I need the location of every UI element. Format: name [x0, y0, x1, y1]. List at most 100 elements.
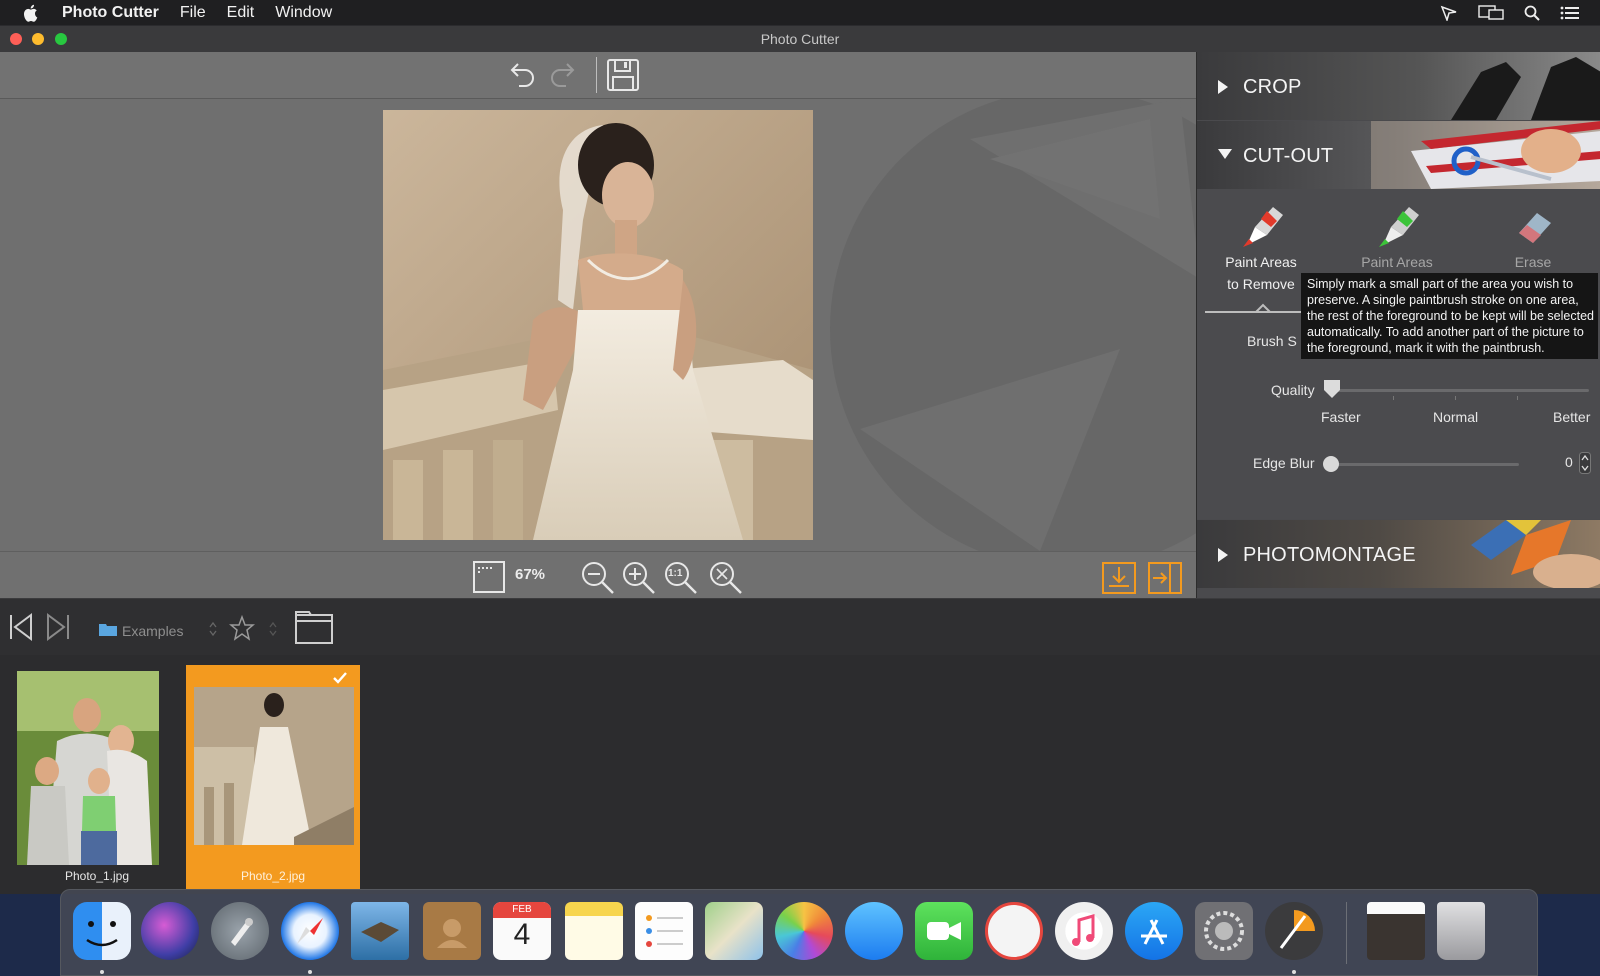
save-icon[interactable]: [606, 58, 640, 92]
edge-blur-label: Edge Blur: [1253, 455, 1315, 471]
star-rating-icon[interactable]: [229, 615, 255, 641]
finder-running-indicator: [100, 970, 104, 974]
downloads-stack-icon[interactable]: [1367, 902, 1425, 960]
photo-cutter-icon[interactable]: [1265, 902, 1323, 960]
maps-icon[interactable]: [705, 902, 763, 960]
quality-normal-label: Normal: [1433, 409, 1479, 425]
green-marker-icon: [1379, 207, 1419, 247]
quality-slider-track[interactable]: [1331, 389, 1589, 392]
photomontage-section-header[interactable]: PHOTOMONTAGE: [1197, 520, 1600, 588]
photomontage-header-image: [1471, 520, 1600, 588]
zoom-fit-icon[interactable]: [708, 560, 744, 596]
contacts-icon[interactable]: [423, 902, 481, 960]
crop-section-header[interactable]: CROP: [1197, 52, 1600, 120]
family-photo: [17, 671, 159, 865]
trash-icon[interactable]: [1437, 902, 1485, 960]
undo-icon[interactable]: [505, 58, 537, 90]
reminders-icon[interactable]: [635, 902, 693, 960]
erase-tool[interactable]: Erase: [1473, 201, 1593, 270]
rating-chevron-icon[interactable]: [268, 621, 278, 637]
notes-icon[interactable]: [565, 902, 623, 960]
collapse-arrow-icon: [1218, 149, 1232, 159]
calendar-icon[interactable]: FEB 4: [493, 902, 551, 960]
cutout-label: CUT-OUT: [1243, 145, 1334, 167]
edge-blur-stepper-icon[interactable]: [1579, 452, 1591, 474]
tools-panel: CROP CUT-OUT Paint Areas to Remove Paint…: [1196, 52, 1600, 598]
quality-faster-label: Faster: [1321, 409, 1361, 425]
zoom-in-icon[interactable]: [621, 560, 657, 596]
folder-name[interactable]: Examples: [122, 623, 183, 639]
music-icon[interactable]: [1055, 902, 1113, 960]
window-title: Photo Cutter: [760, 31, 840, 47]
launchpad-icon[interactable]: [211, 902, 269, 960]
paint-keep-tool[interactable]: Paint Areas: [1337, 201, 1457, 270]
paint-keep-label: Paint Areas: [1361, 254, 1433, 270]
mail-icon[interactable]: [351, 902, 409, 960]
facetime-icon[interactable]: [915, 902, 973, 960]
dock: FEB 4: [60, 889, 1538, 976]
app-store-icon[interactable]: [1125, 902, 1183, 960]
menu-extras: [1440, 0, 1600, 25]
messages-icon[interactable]: [845, 902, 903, 960]
open-folder-icon[interactable]: [295, 611, 333, 645]
fit-to-window-icon[interactable]: [472, 560, 506, 594]
window-menu[interactable]: Window: [275, 4, 332, 22]
finder-icon[interactable]: [73, 902, 131, 960]
app-menu[interactable]: Photo Cutter: [62, 4, 159, 22]
display-mirroring-icon[interactable]: [1478, 4, 1504, 21]
app-window: Photo Cutter 67% 1:1 CROP CUT-OUT Paint …: [0, 26, 1600, 894]
export-download-icon[interactable]: [1102, 562, 1136, 594]
thumbnail-photo-1[interactable]: Photo_1.jpg: [12, 665, 182, 889]
selected-checkmark-icon: [333, 672, 347, 684]
system-preferences-icon[interactable]: [1195, 902, 1253, 960]
last-image-icon[interactable]: [46, 613, 70, 641]
bride-photo: [383, 110, 813, 540]
location-arrow-icon[interactable]: [1440, 5, 1458, 21]
edit-menu[interactable]: Edit: [227, 4, 255, 22]
zoom-out-icon[interactable]: [580, 560, 616, 596]
expand-arrow-icon: [1218, 548, 1228, 562]
first-image-icon[interactable]: [9, 613, 33, 641]
edge-blur-value[interactable]: 0: [1565, 454, 1573, 470]
brush-size-label: Brush S: [1247, 333, 1297, 349]
toolbar-divider: [596, 57, 597, 93]
redo-icon[interactable]: [548, 58, 580, 90]
send-to-next-icon[interactable]: [1148, 562, 1182, 594]
watermark-logo-icon: [830, 99, 1196, 551]
folder-chevron-icon[interactable]: [208, 621, 218, 637]
tool-selection-caret-icon: [1255, 303, 1271, 313]
browser-toolbar: Examples: [0, 598, 1600, 655]
zoom-bar: 67% 1:1: [0, 551, 1196, 598]
notification-center-icon[interactable]: [1560, 6, 1580, 20]
spotlight-search-icon[interactable]: [1524, 5, 1540, 21]
safari-icon[interactable]: [281, 902, 339, 960]
quality-slider-knob[interactable]: [1323, 379, 1341, 399]
thumbnail-photo-2[interactable]: Photo_2.jpg: [186, 665, 360, 889]
thumbnail-photo-2-name: Photo_2.jpg: [240, 869, 306, 883]
photos-icon[interactable]: [775, 902, 833, 960]
siri-icon[interactable]: [141, 902, 199, 960]
apple-menu-icon[interactable]: [24, 4, 40, 22]
photo-cutter-running-indicator: [1292, 970, 1296, 974]
zoom-actual-size-icon[interactable]: 1:1: [663, 560, 699, 596]
calendar-date: 4: [513, 918, 531, 951]
dock-separator: [1346, 902, 1347, 964]
image-canvas[interactable]: [0, 99, 1196, 551]
calendar-month: FEB: [512, 904, 532, 915]
crop-header-hands-image: [1451, 57, 1600, 120]
red-marker-icon: [1243, 207, 1283, 247]
edge-blur-slider-track[interactable]: [1331, 463, 1519, 466]
expand-arrow-icon: [1218, 80, 1228, 94]
cutout-header-scissors-image: [1371, 121, 1600, 189]
cutout-tools: Paint Areas to Remove Paint Areas Erase: [1197, 189, 1600, 519]
edge-blur-slider-knob[interactable]: [1323, 456, 1339, 472]
quality-label: Quality: [1271, 382, 1315, 398]
crop-label: CROP: [1243, 76, 1302, 98]
cutout-section-header[interactable]: CUT-OUT: [1197, 121, 1600, 189]
safari-running-indicator: [308, 970, 312, 974]
news-icon[interactable]: [985, 902, 1043, 960]
folder-icon: [99, 624, 117, 636]
paint-remove-label-1: Paint Areas: [1225, 254, 1297, 270]
bride-thumbnail-photo: [194, 687, 354, 845]
file-menu[interactable]: File: [180, 4, 206, 22]
